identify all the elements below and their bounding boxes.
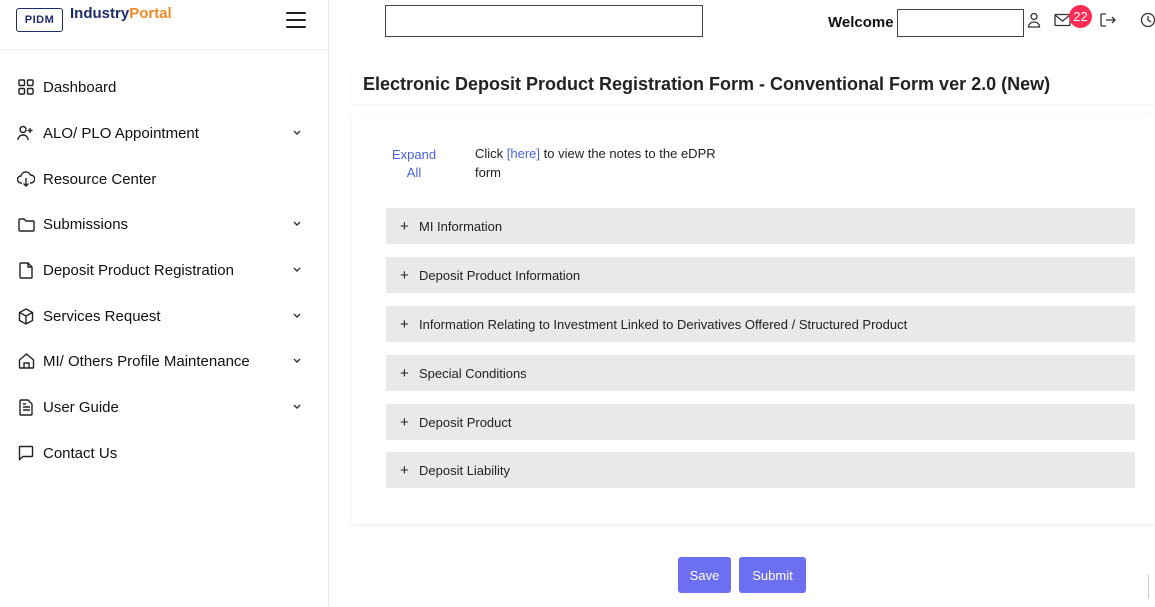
accordion-investment-linked-derivatives[interactable]: + Information Relating to Investment Lin… (386, 306, 1135, 342)
plus-icon: + (400, 217, 409, 235)
plus-icon: + (400, 364, 409, 382)
sidebar-item-label: ALO/ PLO Appointment (43, 124, 199, 142)
plus-icon: + (400, 413, 409, 431)
accordion-deposit-liability[interactable]: + Deposit Liability (386, 452, 1135, 488)
page-title: Electronic Deposit Product Registration … (363, 74, 1051, 94)
sidebar-item-contact-us[interactable]: Contact Us (0, 431, 329, 475)
accordion-mi-information[interactable]: + MI Information (386, 208, 1135, 244)
plus-icon: + (400, 461, 409, 479)
accordion-special-conditions[interactable]: + Special Conditions (386, 355, 1135, 391)
accordion-label: Deposit Liability (419, 462, 511, 478)
sidebar-item-submissions[interactable]: Submissions (0, 202, 329, 246)
cube-icon (17, 307, 35, 325)
sidebar-item-alo-plo-appointment[interactable]: ALO/ PLO Appointment (0, 111, 329, 155)
plus-icon: + (400, 266, 409, 284)
sidebar-item-label: Resource Center (43, 170, 157, 188)
save-button[interactable]: Save (678, 557, 731, 593)
accordion-label: MI Information (419, 218, 503, 234)
pidm-logo[interactable]: PIDM (16, 8, 63, 32)
brand-header: PIDM IndustryPortal (0, 0, 329, 50)
page-title-card: Electronic Deposit Product Registration … (352, 68, 1155, 104)
sidebar-item-user-guide[interactable]: User Guide (0, 385, 329, 429)
sidebar-item-deposit-product-registration[interactable]: Deposit Product Registration (0, 248, 329, 292)
user-icon[interactable] (1027, 12, 1045, 30)
user-add-icon (17, 124, 35, 142)
chevron-down-icon (292, 307, 302, 318)
file-text-icon (17, 398, 35, 416)
chevron-down-icon (292, 398, 302, 409)
sidebar-item-label: User Guide (43, 398, 119, 416)
sidebar-item-services-request[interactable]: Services Request (0, 294, 329, 338)
grid-icon (17, 78, 35, 96)
chevron-down-icon (292, 352, 302, 363)
accordion-label: Information Relating to Investment Linke… (419, 316, 908, 332)
chevron-down-icon (292, 215, 302, 226)
expand-all-link[interactable]: Expand All (392, 146, 436, 182)
sidebar-item-resource-center[interactable]: Resource Center (0, 157, 329, 201)
sidebar-item-label: Deposit Product Registration (43, 261, 234, 279)
accordion-label: Deposit Product (419, 414, 512, 430)
brand-name: IndustryPortal (70, 5, 172, 22)
plus-icon: + (400, 315, 409, 333)
top-bar: Welcome 22 (330, 0, 1155, 50)
sidebar-item-label: Contact Us (43, 444, 118, 462)
sidebar: PIDM IndustryPortal Dashboard ALO/ PLO A… (0, 0, 329, 607)
hamburger-menu-icon[interactable] (286, 12, 306, 28)
logout-icon[interactable] (1100, 13, 1118, 31)
chat-icon (17, 444, 35, 462)
notes-here-link[interactable]: [here] (507, 146, 540, 161)
accordion-deposit-product[interactable]: + Deposit Product (386, 404, 1135, 440)
chevron-down-icon (292, 261, 302, 272)
accordion-label: Special Conditions (419, 365, 527, 381)
welcome-user-field[interactable] (897, 9, 1024, 37)
sidebar-item-profile-maintenance[interactable]: MI/ Others Profile Maintenance (0, 339, 329, 383)
search-input[interactable] (385, 5, 703, 37)
sidebar-item-label: Submissions (43, 215, 129, 233)
submit-button[interactable]: Submit (739, 557, 806, 593)
document-icon (17, 261, 35, 279)
sidebar-item-label: Services Request (43, 307, 161, 325)
home-icon (17, 352, 35, 370)
sidebar-item-dashboard[interactable]: Dashboard (0, 65, 329, 109)
notification-badge: 22 (1069, 5, 1092, 28)
chevron-down-icon (292, 124, 302, 135)
clock-icon[interactable] (1140, 12, 1155, 30)
sidebar-item-label: MI/ Others Profile Maintenance (43, 352, 250, 370)
sidebar-item-label: Dashboard (43, 78, 117, 96)
cloud-download-icon (17, 170, 35, 188)
divider (1148, 574, 1149, 599)
folder-icon (17, 215, 35, 233)
notes-text: Click [here] to view the notes to the eD… (475, 146, 716, 180)
form-card: Expand All Click [here] to view the note… (352, 115, 1155, 524)
accordion-label: Deposit Product Information (419, 267, 581, 283)
accordion-deposit-product-information[interactable]: + Deposit Product Information (386, 257, 1135, 293)
welcome-label: Welcome (828, 14, 894, 31)
